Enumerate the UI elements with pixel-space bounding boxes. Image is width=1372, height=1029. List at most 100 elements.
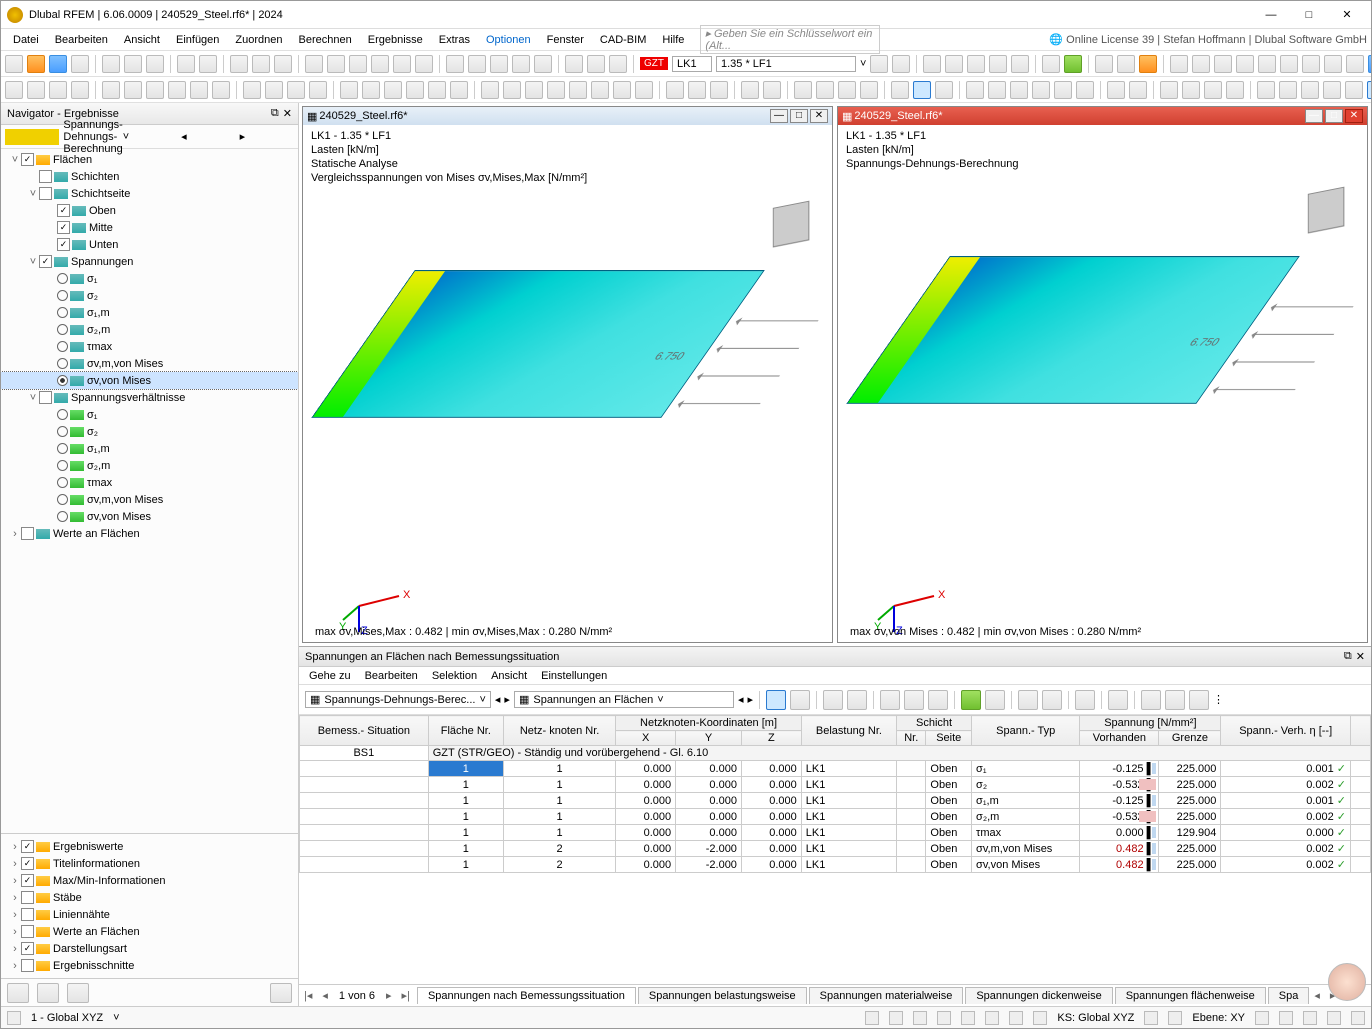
nav-prev-icon[interactable]: ◂ — [495, 693, 501, 706]
tool-icon[interactable] — [923, 55, 941, 73]
tool-icon[interactable] — [790, 690, 810, 710]
colgrp-spannung[interactable]: Spannung [N/mm²] — [1080, 716, 1221, 731]
option-max-min-informationen[interactable]: ›Max/Min-Informationen — [1, 872, 298, 889]
results-tab[interactable]: Spannungen materialweise — [809, 987, 964, 1004]
tool-icon[interactable] — [1165, 690, 1185, 710]
undo-icon[interactable] — [177, 55, 195, 73]
first-page-icon[interactable]: |◂ — [299, 989, 317, 1002]
tool-icon[interactable] — [587, 55, 605, 73]
colgrp-schicht[interactable]: Schicht — [897, 716, 972, 731]
search-icon[interactable] — [1108, 690, 1128, 710]
col-vorhanden[interactable]: Vorhanden — [1080, 731, 1159, 746]
tool-icon[interactable] — [613, 81, 631, 99]
colgrp-coords[interactable]: Netzknoten-Koordinaten [m] — [616, 716, 801, 731]
col-netz[interactable]: Netz- knoten Nr. — [503, 716, 615, 746]
maximize-button[interactable]: □ — [790, 109, 808, 123]
tool-icon[interactable] — [1095, 55, 1113, 73]
tool-icon[interactable] — [270, 983, 292, 1003]
view-canvas[interactable]: 6.750 X Y Z max σv,von Mises : 0.482 | m… — [838, 175, 1367, 642]
assistant-avatar-icon[interactable] — [1328, 963, 1366, 1001]
tool-icon[interactable] — [966, 81, 984, 99]
table-row[interactable]: 110.0000.0000.000LK1Obenσ₁-0.125 ▌225.00… — [300, 761, 1371, 777]
prev-page-icon[interactable]: ◂ — [317, 989, 333, 1002]
tool-icon[interactable] — [1170, 55, 1188, 73]
scroll-left-icon[interactable]: ◂ — [1309, 989, 1325, 1002]
maximize-button[interactable]: □ — [1325, 109, 1343, 123]
menu-optionen[interactable]: Optionen — [478, 32, 539, 48]
maximize-button[interactable]: □ — [1291, 4, 1327, 26]
results-tab[interactable]: Spannungen belastungsweise — [638, 987, 807, 1004]
nav-next-icon[interactable]: ▸ — [504, 693, 510, 706]
loadcombo-combo[interactable]: 1.35 * LF1 — [716, 56, 856, 72]
tool-icon[interactable] — [1214, 55, 1232, 73]
tool-icon[interactable] — [591, 81, 609, 99]
save-icon[interactable] — [102, 55, 120, 73]
tool-icon[interactable] — [1042, 55, 1060, 73]
results-menu-ansicht[interactable]: Ansicht — [491, 670, 527, 682]
close-button[interactable]: ✕ — [810, 109, 828, 123]
tool-icon[interactable] — [1075, 690, 1095, 710]
tree-node[interactable]: ›Werte an Flächen — [1, 525, 298, 542]
tool-icon[interactable] — [1042, 690, 1062, 710]
last-page-icon[interactable]: ▸| — [397, 989, 415, 1002]
tree-node[interactable]: σv,von Mises — [1, 508, 298, 525]
status-cs[interactable]: 1 - Global XYZ — [31, 1012, 103, 1024]
tool-icon[interactable] — [1032, 81, 1050, 99]
more-icon[interactable]: ⋮ — [1213, 693, 1224, 706]
results-combo-1[interactable]: ▦Spannungs-Dehnungs-Berec...˅ — [305, 691, 491, 708]
table-row[interactable]: 110.0000.0000.000LK1Obenτmax0.000 ▌129.9… — [300, 825, 1371, 841]
navigator-tree[interactable]: ˅FlächenSchichten˅SchichtseiteObenMitteU… — [1, 149, 298, 833]
nav-prev-icon[interactable]: ◂ — [181, 130, 235, 143]
results-tab[interactable]: Spannungen flächenweise — [1115, 987, 1266, 1004]
nav-prev-icon[interactable]: ◂ — [738, 693, 744, 706]
tool-icon[interactable] — [534, 55, 552, 73]
tree-node[interactable]: σ₂ — [1, 287, 298, 304]
tool-icon[interactable] — [1226, 81, 1244, 99]
tool-icon[interactable] — [860, 81, 878, 99]
tree-node[interactable]: σ₂ — [1, 423, 298, 440]
table-row[interactable]: 120.000-2.0000.000LK1Obenσv,von Mises0.4… — [300, 857, 1371, 873]
tool-icon[interactable] — [490, 55, 508, 73]
tool-icon[interactable] — [569, 81, 587, 99]
tool-icon[interactable] — [525, 81, 543, 99]
tree-node[interactable]: Schichten — [1, 168, 298, 185]
nav-next-icon[interactable]: ▸ — [240, 130, 294, 143]
tool-icon[interactable] — [230, 55, 248, 73]
next-page-icon[interactable]: ▸ — [381, 989, 397, 1002]
tool-icon[interactable] — [1279, 81, 1297, 99]
tool-icon[interactable] — [468, 55, 486, 73]
results-tab[interactable]: Spannungen dickenweise — [965, 987, 1112, 1004]
pin-icon[interactable]: ⧉ — [271, 107, 279, 120]
tool-icon[interactable] — [305, 55, 323, 73]
keyword-search[interactable]: ▸ Geben Sie ein Schlüsselwort ein (Alt..… — [700, 25, 880, 54]
col-y[interactable]: Y — [676, 731, 742, 746]
tool-icon[interactable] — [935, 81, 953, 99]
option-darstellungsart[interactable]: ›Darstellungsart — [1, 940, 298, 957]
status-icon[interactable] — [961, 1011, 975, 1025]
tool-icon[interactable] — [5, 81, 23, 99]
tool-icon[interactable] — [1368, 55, 1371, 73]
eye-icon[interactable] — [37, 983, 59, 1003]
tool-icon[interactable] — [309, 81, 327, 99]
status-icon[interactable] — [1168, 1011, 1182, 1025]
tree-node[interactable]: ˅Flächen — [1, 151, 298, 168]
tree-node[interactable]: σ₁ — [1, 270, 298, 287]
option-st-be[interactable]: ›Stäbe — [1, 889, 298, 906]
tool-icon[interactable] — [838, 81, 856, 99]
tool-icon[interactable] — [1280, 55, 1298, 73]
tool-icon[interactable] — [635, 81, 653, 99]
tool-icon[interactable] — [989, 55, 1007, 73]
menu-berechnen[interactable]: Berechnen — [291, 32, 360, 48]
menu-ergebnisse[interactable]: Ergebnisse — [360, 32, 431, 48]
tree-node[interactable]: σ₁,m — [1, 440, 298, 457]
nav-next-icon[interactable] — [892, 55, 910, 73]
table-row[interactable]: 110.0000.0000.000LK1Obenσ₂-0.532 ▌225.00… — [300, 777, 1371, 793]
tool-icon[interactable] — [349, 55, 367, 73]
status-icon[interactable] — [1351, 1011, 1365, 1025]
tool-icon[interactable] — [27, 81, 45, 99]
tool-icon[interactable] — [1139, 55, 1157, 73]
status-icon[interactable] — [1009, 1011, 1023, 1025]
tool-icon[interactable] — [880, 690, 900, 710]
tree-node[interactable]: σ₁ — [1, 406, 298, 423]
tool-icon[interactable] — [1064, 55, 1082, 73]
